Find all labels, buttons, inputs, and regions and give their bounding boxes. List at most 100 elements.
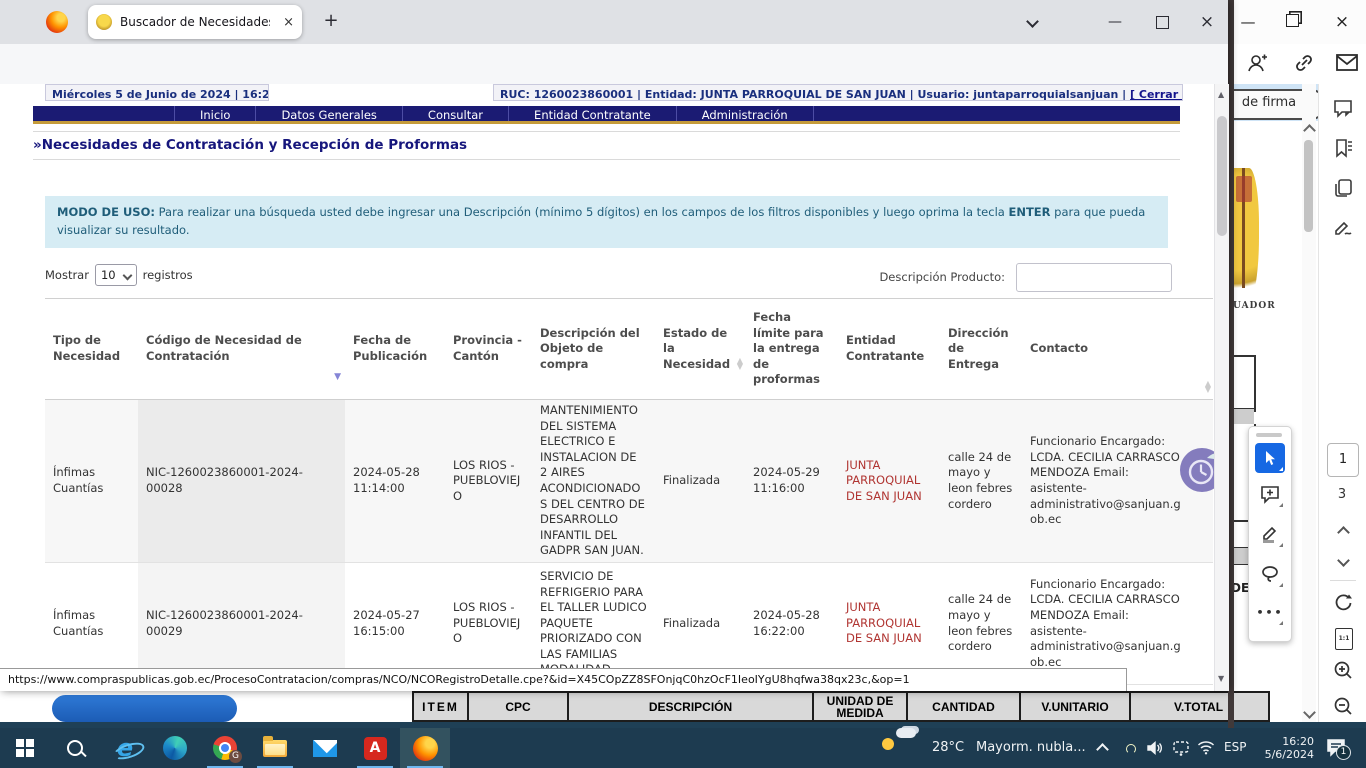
menu-item-consultar[interactable]: Consultar (402, 106, 508, 121)
usage-label: MODO DE USO: (57, 205, 155, 219)
taskbar-acrobat-icon[interactable]: A (350, 728, 400, 768)
page-scrollbar[interactable]: ▲ ▼ (1214, 84, 1229, 691)
clock-extension-badge[interactable] (1178, 446, 1214, 494)
main-menu: Inicio Datos Generales Consultar Entidad… (33, 106, 1180, 124)
page-content: Miércoles 5 de Junio de 2024 | 16:20 RUC… (0, 84, 1214, 691)
cast-screen-icon[interactable] (1172, 740, 1190, 756)
items-header-cantidad: CANTIDAD (908, 693, 1021, 720)
description-filter-input[interactable] (1016, 263, 1172, 292)
rotate-page-icon[interactable] (1333, 592, 1353, 612)
tray-overflow-chevron-icon[interactable] (1096, 743, 1109, 756)
header-fecha-limite[interactable]: Fecha límite para la entrega de proforma… (745, 302, 838, 396)
highlight-tool-button[interactable] (1255, 519, 1285, 549)
status-bar-link-url: https://www.compraspublicas.gob.ec/Proce… (0, 668, 1127, 691)
notification-center-icon[interactable]: 1 (1326, 738, 1346, 757)
tab-list-chevron-icon[interactable] (1026, 15, 1039, 28)
menu-item-entidad-contratante[interactable]: Entidad Contratante (508, 106, 676, 121)
page-size-select[interactable]: 10 (95, 264, 137, 286)
header-fecha-publicacion[interactable]: Fecha de Publicación (345, 325, 445, 372)
pdf-text-fragment: UADOR (1233, 301, 1276, 311)
window-minimize-button[interactable]: — (1100, 8, 1130, 36)
zoom-in-icon[interactable] (1333, 660, 1353, 680)
items-header-item: ITEM (414, 693, 469, 720)
drag-handle[interactable] (1256, 433, 1282, 437)
language-indicator[interactable]: ESP (1224, 740, 1246, 754)
sort-both-icon[interactable]: ▲▼ (737, 358, 743, 371)
taskbar-mail-icon[interactable] (300, 728, 350, 768)
add-person-icon[interactable] (1246, 52, 1268, 74)
tab-close-icon[interactable]: × (283, 15, 294, 30)
menu-item-datos-generales[interactable]: Datos Generales (255, 106, 401, 121)
clock[interactable]: 16:20 5/6/2024 (1252, 735, 1314, 761)
pdf-table-fragment (1234, 355, 1256, 412)
page-size-control: Mostrar 10 registros (45, 264, 193, 286)
menu-item-inicio[interactable]: Inicio (174, 106, 255, 121)
more-tools-button[interactable]: ••• (1255, 597, 1285, 627)
email-icon[interactable] (1336, 54, 1358, 71)
header-extra[interactable]: ▲▼ (1190, 341, 1213, 357)
window-close-button[interactable]: × (1192, 8, 1222, 36)
page-title: »Necesidades de Contratación y Recepción… (33, 131, 1180, 160)
menu-item-administracion[interactable]: Administración (676, 106, 814, 121)
usage-info-box: MODO DE USO: Para realizar una búsqueda … (45, 196, 1168, 248)
sort-desc-icon[interactable]: ▼ (334, 371, 341, 383)
header-descripcion[interactable]: Descripción del Objeto de compra (532, 318, 655, 381)
notification-count-badge: 1 (1336, 745, 1351, 760)
add-comment-tool-button[interactable] (1255, 479, 1285, 509)
wifi-icon[interactable] (1197, 740, 1215, 755)
temperature-label[interactable]: 28°C (932, 740, 964, 755)
link-icon[interactable] (1294, 53, 1314, 73)
header-direccion[interactable]: Dirección de Entrega (940, 318, 1022, 381)
header-estado[interactable]: Estado de la Necesidad▲▼ (655, 318, 745, 381)
pdf-items-table-header: ITEM CPC DESCRIPCIÓN UNIDAD DE MEDIDA CA… (412, 691, 1270, 722)
acrobat-share-toolbar (1228, 44, 1366, 84)
new-tab-button[interactable]: + (318, 8, 344, 34)
logout-link[interactable]: [ Cerrar Sesión ] (1130, 88, 1183, 101)
items-header-vunitario: V.UNITARIO (1021, 693, 1131, 720)
acrobat-minimize-button[interactable]: — (1236, 10, 1260, 34)
pdf-scrollbar-thumb[interactable] (1304, 140, 1313, 232)
header-contacto[interactable]: Contacto (1022, 333, 1190, 365)
volume-icon[interactable] (1146, 739, 1164, 757)
taskbar-search-icon[interactable] (50, 728, 100, 768)
table-row[interactable]: Ínfimas Cuantías NIC-1260023860001-2024-… (45, 563, 1213, 685)
acrobat-close-button[interactable]: × (1330, 10, 1354, 34)
taskbar-chrome-icon[interactable]: G (200, 728, 250, 768)
table-row[interactable]: Ínfimas Cuantías NIC-1260023860001-2024-… (45, 400, 1213, 563)
start-button[interactable] (0, 728, 50, 768)
clock-date: 5/6/2024 (1252, 748, 1314, 761)
browser-tab[interactable]: Buscador de Necesidades de Co × (88, 5, 302, 39)
header-entidad[interactable]: Entidad Contratante (838, 325, 940, 372)
acrobat-restore-button[interactable] (1286, 14, 1299, 27)
select-tool-button[interactable] (1255, 443, 1285, 473)
header-provincia[interactable]: Provincia - Cantón (445, 325, 532, 372)
header-tipo[interactable]: Tipo de Necesidad (45, 325, 138, 372)
weather-label[interactable]: Mayorm. nubla... (976, 740, 1086, 755)
zoom-out-icon[interactable] (1333, 696, 1353, 716)
table-header-row: Tipo de Necesidad Código de Necesidad de… (45, 299, 1213, 400)
taskbar-edge-icon[interactable] (150, 728, 200, 768)
actual-size-icon[interactable]: 1:1 (1335, 628, 1353, 650)
bookmarks-panel-icon[interactable] (1333, 138, 1353, 158)
acrobat-quick-tools: ••• (1248, 426, 1292, 642)
window-maximize-button[interactable] (1156, 16, 1169, 29)
comments-panel-icon[interactable] (1333, 98, 1353, 118)
lasso-tool-button[interactable] (1255, 559, 1285, 589)
page-datetime: Miércoles 5 de Junio de 2024 | 16:20 (45, 84, 269, 101)
header-codigo[interactable]: Código de Necesidad de Contratación▼ (138, 325, 345, 372)
acrobat-titlebar: — × (1228, 0, 1366, 45)
tab-title: Buscador de Necesidades de Co (120, 15, 270, 29)
firefox-logo-icon (46, 11, 68, 33)
taskbar-firefox-icon[interactable] (400, 728, 450, 768)
sort-both-icon[interactable]: ▲▼ (1205, 381, 1211, 394)
signature-panel-icon[interactable] (1333, 218, 1353, 238)
taskbar-internet-explorer-icon[interactable]: e (100, 728, 150, 768)
taskbar-file-explorer-icon[interactable] (250, 728, 300, 768)
pdf-scrollbar[interactable] (1302, 84, 1316, 728)
page-scrollbar-thumb[interactable] (1217, 116, 1227, 236)
page-thumbnails-icon[interactable] (1333, 178, 1353, 198)
page-number-field[interactable]: 1 (1327, 443, 1359, 477)
navigation-toolbar: ← → https://www.compraspublicas.gob.ec/P… (0, 44, 1228, 85)
background-blue-button (52, 695, 237, 722)
session-info: RUC: 1260023860001 | Entidad: JUNTA PARR… (493, 84, 1183, 101)
